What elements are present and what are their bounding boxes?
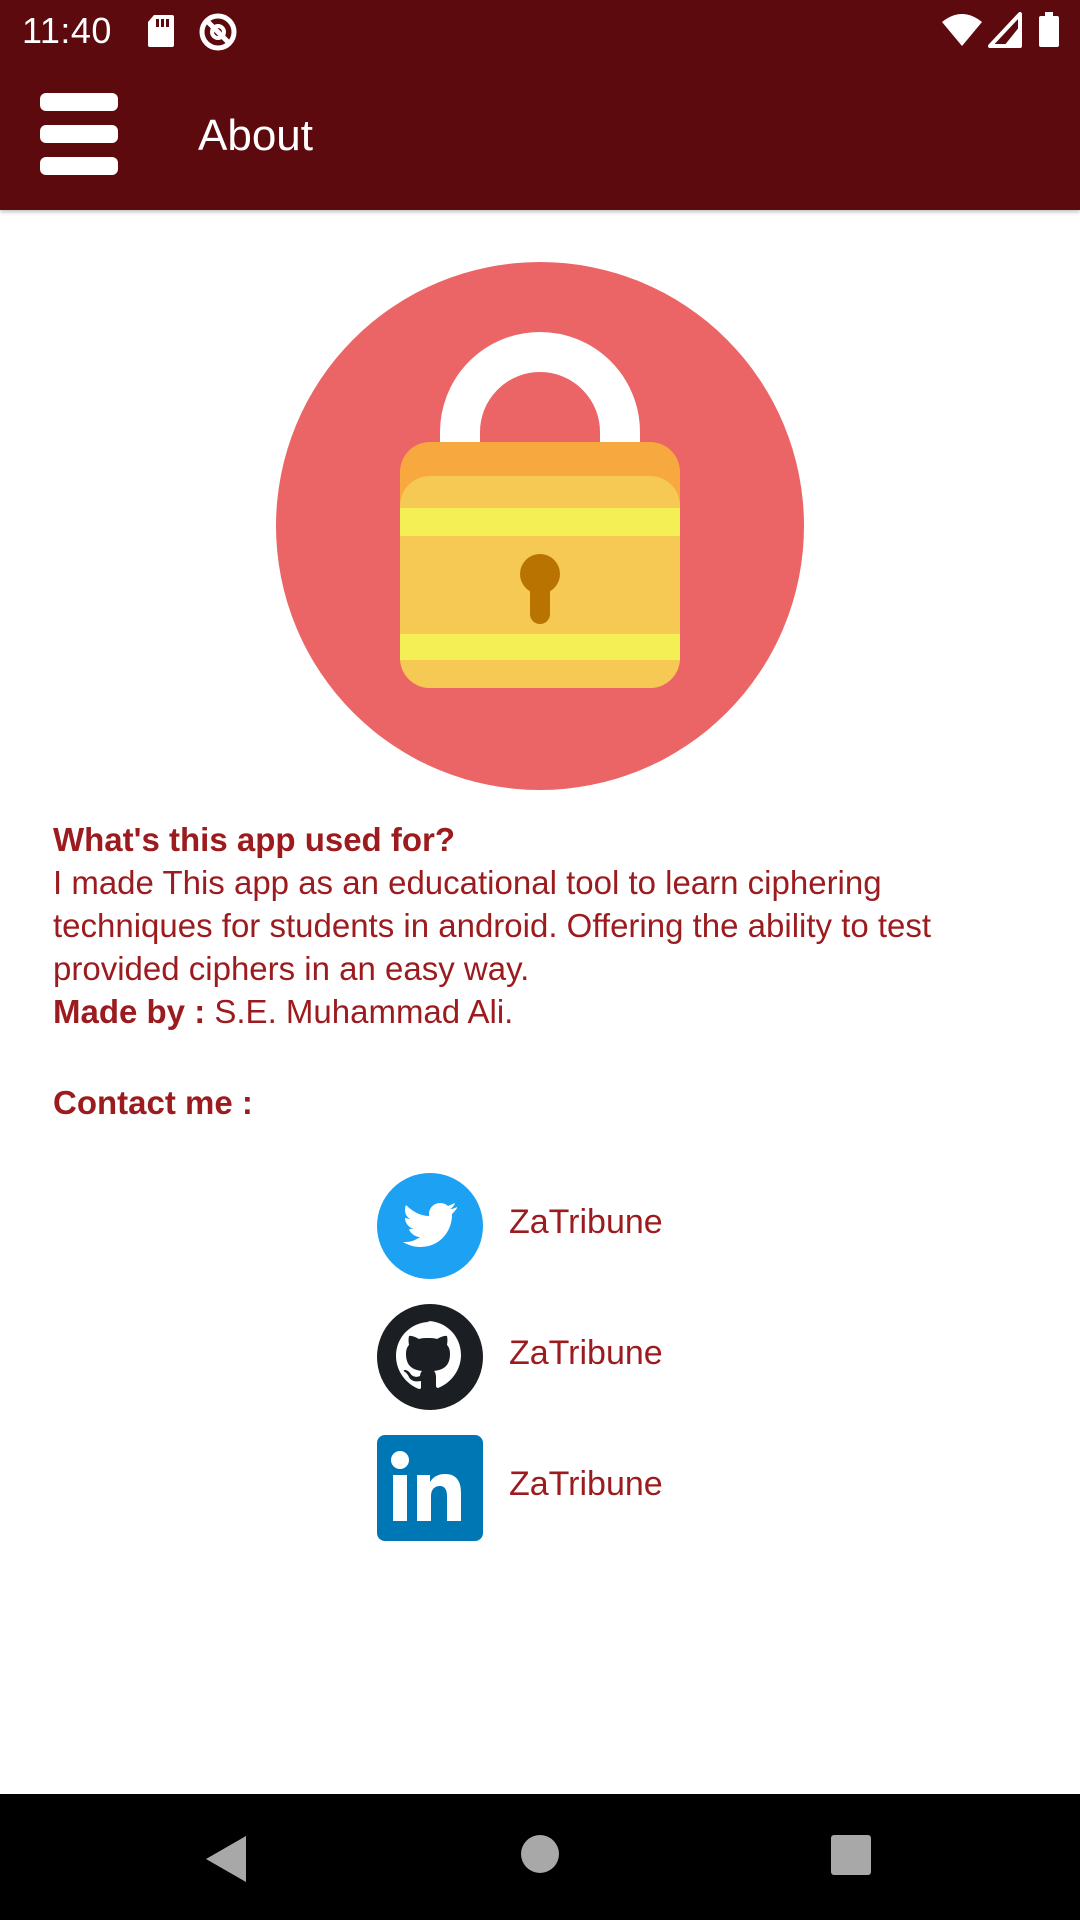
padlock-icon	[276, 262, 804, 790]
contact-item-linkedin[interactable]: ZaTribune	[377, 1435, 797, 1541]
contact-heading: Contact me :	[53, 1084, 253, 1121]
page-title: About	[198, 111, 313, 160]
linkedin-icon	[377, 1435, 483, 1541]
back-icon[interactable]	[202, 1834, 248, 1884]
recents-icon[interactable]	[830, 1834, 872, 1876]
twitter-icon	[377, 1173, 483, 1279]
about-section: What's this app used for? I made This ap…	[53, 818, 1043, 1033]
sd-card-icon	[148, 15, 174, 47]
app-bar: About	[0, 63, 1080, 210]
contact-label-twitter: ZaTribune	[509, 1203, 663, 1241]
contact-label-github: ZaTribune	[509, 1334, 663, 1372]
github-icon	[377, 1304, 483, 1410]
made-by-value: S.E. Muhammad Ali.	[214, 993, 514, 1030]
about-heading: What's this app used for?	[53, 821, 456, 858]
status-bar: 11:40	[0, 0, 1080, 63]
about-description: I made This app as an educational tool t…	[53, 864, 932, 987]
notification-icon	[199, 13, 237, 51]
home-icon[interactable]	[520, 1834, 560, 1874]
battery-icon	[1039, 12, 1059, 47]
wifi-icon	[942, 14, 982, 46]
made-by-label: Made by :	[53, 993, 206, 1030]
contact-label-linkedin: ZaTribune	[509, 1465, 663, 1503]
contact-item-twitter[interactable]: ZaTribune	[377, 1173, 797, 1279]
made-by-line: Made by : S.E. Muhammad Ali.	[53, 990, 1043, 1033]
hamburger-menu-icon[interactable]	[40, 93, 118, 175]
system-nav-bar	[0, 1794, 1080, 1920]
contact-item-github[interactable]: ZaTribune	[377, 1304, 797, 1410]
status-time: 11:40	[22, 10, 112, 51]
signal-icon	[988, 12, 1022, 48]
